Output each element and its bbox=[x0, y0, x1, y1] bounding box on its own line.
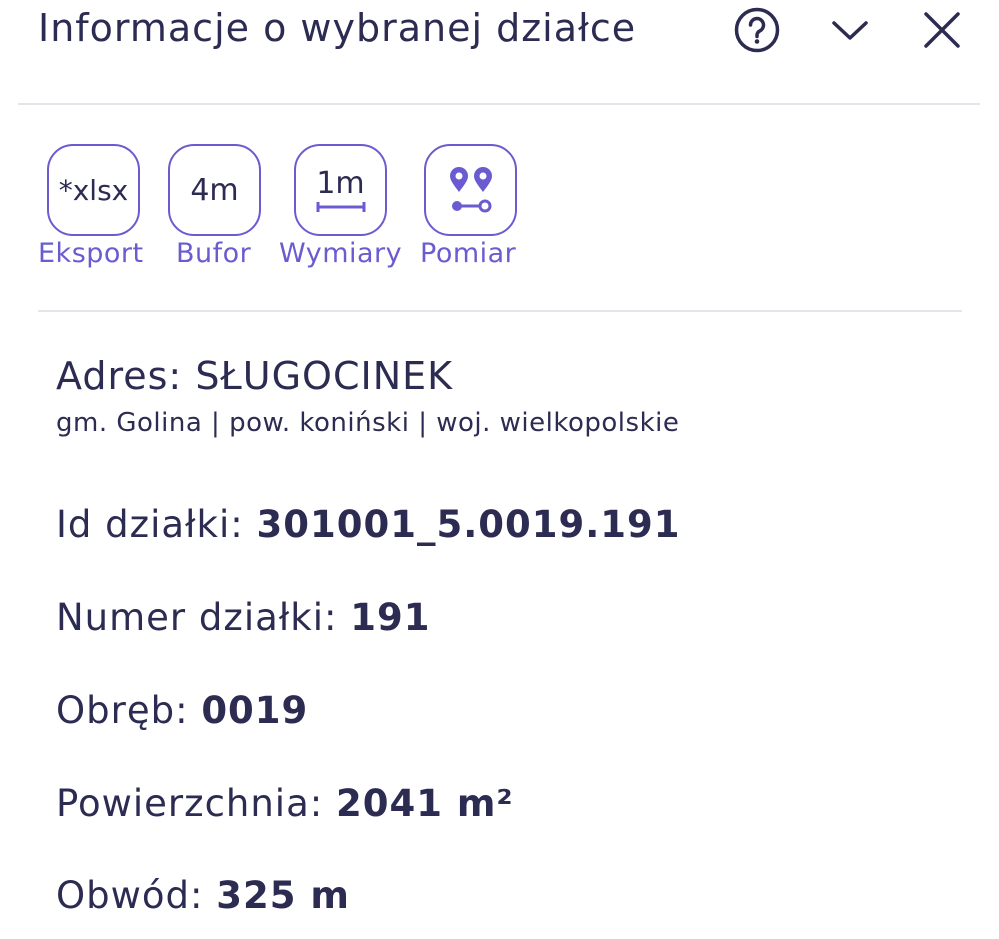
export-icon-text: *xlsx bbox=[58, 173, 129, 207]
ruler-line-icon bbox=[316, 202, 365, 212]
perimeter-row: Obwód: 325 m bbox=[56, 872, 350, 920]
parcel-id-label: Id działki: bbox=[56, 503, 244, 546]
parcel-number-value: 191 bbox=[350, 596, 431, 639]
address-label: Adres: bbox=[56, 354, 183, 398]
area-label: Powierzchnia: bbox=[56, 782, 324, 825]
help-button[interactable] bbox=[731, 4, 783, 56]
parcel-number-label: Numer działki: bbox=[56, 596, 338, 639]
close-icon bbox=[924, 12, 960, 48]
question-circle-icon bbox=[734, 7, 780, 53]
area-row: Powierzchnia: 2041 m² bbox=[56, 780, 514, 828]
precinct-row: Obręb: 0019 bbox=[56, 687, 308, 735]
parcel-id-value: 301001_5.0019.191 bbox=[256, 503, 681, 546]
dimensions-label: Wymiary bbox=[279, 238, 403, 269]
parcel-id-row: Id działki: 301001_5.0019.191 bbox=[56, 501, 681, 549]
chevron-down-icon bbox=[832, 21, 868, 40]
measure-button[interactable] bbox=[424, 144, 517, 236]
admin-units: gm. Golina | pow. koniński | woj. wielko… bbox=[56, 408, 680, 438]
perimeter-label: Obwód: bbox=[56, 874, 204, 917]
dimensions-icon-text: 1m bbox=[316, 166, 365, 201]
dimension-ruler-icon: 1m bbox=[316, 167, 366, 213]
measure-label: Pomiar bbox=[420, 238, 517, 269]
export-label: Eksport bbox=[38, 238, 144, 269]
panel-title: Informacje o wybranej działce bbox=[38, 6, 637, 50]
parcel-info-panel: Informacje o wybranej działce *xlsx Eksp… bbox=[0, 0, 999, 939]
precinct-value: 0019 bbox=[201, 689, 309, 732]
collapse-button[interactable] bbox=[824, 4, 876, 56]
area-value: 2041 m² bbox=[336, 782, 514, 825]
perimeter-value: 325 m bbox=[216, 874, 350, 917]
export-button[interactable]: *xlsx bbox=[47, 144, 140, 236]
buffer-button[interactable]: 4m bbox=[168, 144, 261, 236]
buffer-icon-text: 4m bbox=[190, 172, 239, 208]
parcel-number-row: Numer działki: 191 bbox=[56, 594, 430, 642]
dimensions-button[interactable]: 1m bbox=[294, 144, 387, 236]
tools-divider bbox=[38, 310, 962, 312]
header-divider bbox=[18, 103, 980, 105]
buffer-label: Bufor bbox=[176, 238, 252, 269]
precinct-label: Obręb: bbox=[56, 689, 189, 732]
measure-pins-icon bbox=[449, 167, 492, 213]
address-line: Adres: SŁUGOCINEK bbox=[56, 352, 453, 400]
close-button[interactable] bbox=[916, 4, 968, 56]
address-value: SŁUGOCINEK bbox=[195, 354, 454, 398]
